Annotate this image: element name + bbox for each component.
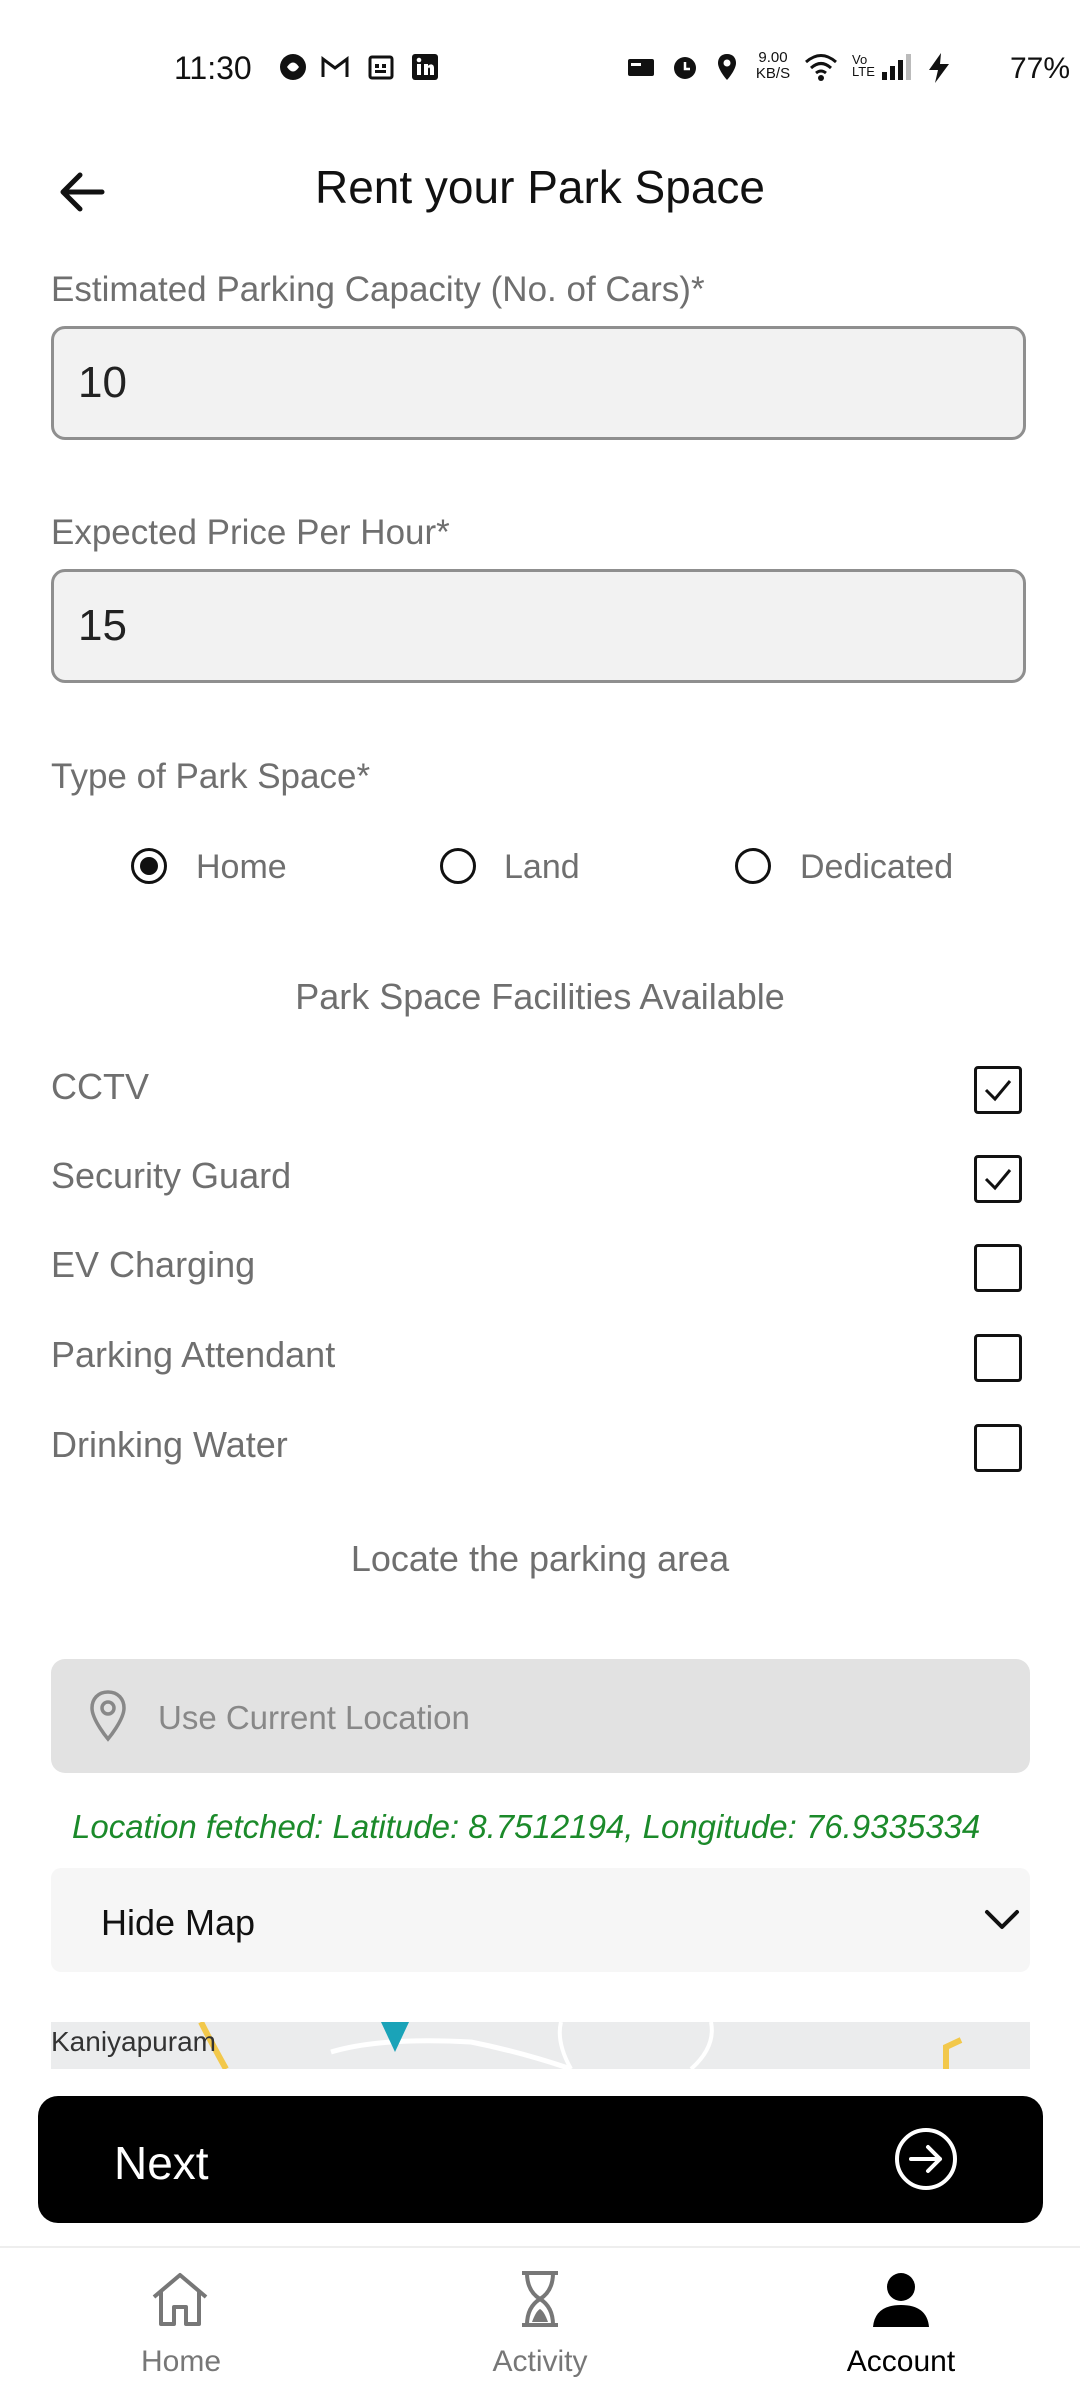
volte-icon: Vo LTE bbox=[852, 52, 875, 79]
checkmark-icon bbox=[984, 1169, 1012, 1191]
battery-percent: 77% bbox=[1010, 52, 1071, 85]
home-icon[interactable] bbox=[148, 2267, 212, 2331]
radio-dedicated-label[interactable]: Dedicated bbox=[800, 848, 953, 887]
nav-account-label[interactable]: Account bbox=[791, 2345, 1011, 2379]
map-toggle-label[interactable]: Hide Map bbox=[101, 1902, 255, 1944]
radio-land-label[interactable]: Land bbox=[504, 848, 580, 887]
facility-label-ev-charging: EV Charging bbox=[51, 1244, 256, 1285]
calendar-icon bbox=[366, 52, 396, 82]
radio-home-label[interactable]: Home bbox=[196, 848, 287, 887]
map-place-label: Kaniyapuram bbox=[51, 2026, 216, 2057]
checkbox-ev-charging[interactable] bbox=[974, 1244, 1022, 1292]
map-view[interactable]: Kaniyapuram bbox=[51, 2022, 1030, 2069]
map-pin-icon bbox=[83, 1688, 133, 1744]
facility-label-security-guard: Security Guard bbox=[51, 1155, 292, 1196]
alarm-icon bbox=[670, 52, 700, 82]
facilities-title: Park Space Facilities Available bbox=[295, 976, 785, 1017]
charging-icon bbox=[926, 52, 956, 83]
app-notification-icon bbox=[278, 52, 308, 82]
facility-label-parking-attendant: Parking Attendant bbox=[51, 1334, 336, 1375]
checkbox-cctv[interactable] bbox=[974, 1066, 1022, 1114]
gmail-icon bbox=[320, 52, 350, 82]
radio-land[interactable] bbox=[440, 848, 476, 884]
nav-home-label[interactable]: Home bbox=[71, 2345, 291, 2379]
price-input[interactable]: 15 bbox=[51, 569, 1026, 683]
status-time: 11:30 bbox=[174, 50, 252, 86]
price-label: Expected Price Per Hour* bbox=[51, 513, 450, 552]
facility-label-drinking-water: Drinking Water bbox=[51, 1424, 288, 1465]
person-icon[interactable] bbox=[869, 2267, 933, 2331]
checkmark-icon bbox=[984, 1080, 1012, 1102]
chevron-down-icon[interactable] bbox=[982, 1906, 1022, 1934]
radio-home[interactable] bbox=[131, 848, 167, 884]
checkbox-parking-attendant[interactable] bbox=[974, 1334, 1022, 1382]
capacity-label: Estimated Parking Capacity (No. of Cars)… bbox=[51, 270, 705, 309]
nav-activity-label[interactable]: Activity bbox=[430, 2345, 650, 2379]
hourglass-icon[interactable] bbox=[508, 2267, 572, 2331]
checkbox-drinking-water[interactable] bbox=[974, 1424, 1022, 1472]
facility-label-cctv: CCTV bbox=[51, 1066, 149, 1107]
location-status-text: Location fetched: Latitude: 8.7512194, L… bbox=[72, 1808, 981, 1845]
locate-title: Locate the parking area bbox=[350, 1538, 730, 1579]
signal-icon bbox=[880, 52, 911, 82]
location-icon bbox=[712, 52, 742, 82]
next-button-label[interactable]: Next bbox=[114, 2136, 209, 2190]
location-placeholder[interactable]: Use Current Location bbox=[158, 1699, 470, 1737]
linkedin-icon bbox=[410, 52, 440, 82]
net-speed: 9.00 KB/S bbox=[755, 49, 791, 82]
wifi-icon bbox=[804, 52, 837, 82]
page-title: Rent your Park Space bbox=[314, 161, 765, 213]
checkbox-security-guard[interactable] bbox=[974, 1155, 1022, 1203]
radio-dedicated[interactable] bbox=[735, 848, 771, 884]
card-icon bbox=[626, 52, 656, 82]
capacity-input[interactable]: 10 bbox=[51, 326, 1026, 440]
space-type-label: Type of Park Space* bbox=[51, 757, 371, 796]
arrow-right-circle-icon[interactable] bbox=[893, 2126, 959, 2192]
